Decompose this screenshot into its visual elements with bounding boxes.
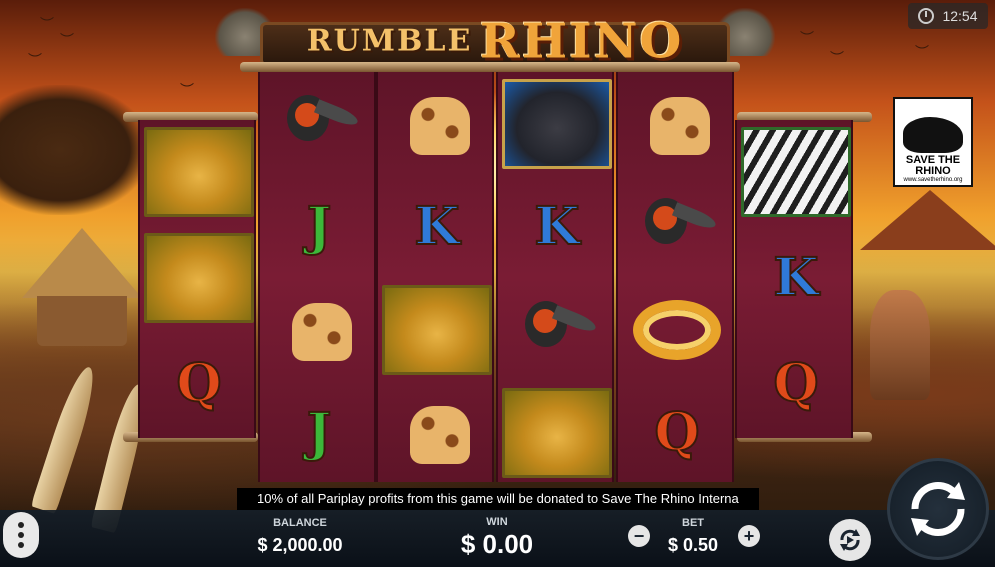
reel-cell [498,278,616,381]
reel-5: Q [616,72,734,482]
reel-2: JJ [258,72,376,482]
sponsor-line2: RHINO [915,165,951,177]
symbol-k: K [772,246,819,309]
rhino-silhouette-icon [903,117,963,153]
bird-icon: ︶ [180,82,194,98]
cheetah-icon [402,295,472,365]
symbol-q: Q [175,352,222,415]
reel-cell [378,278,496,381]
reel-6: KQ [735,120,853,438]
cheetah-symbol-icon [502,387,612,478]
autoplay-button[interactable] [829,519,871,561]
donation-ticker: 10% of all Pariplay profits from this ga… [237,488,759,510]
reel-cell [378,72,496,175]
reel-cell: J [260,175,378,278]
symbol-q: Q [653,401,700,464]
reel-cell: K [498,175,616,278]
reel-cell [498,381,616,484]
balance-value: $ 2,000.00 [257,535,343,555]
zebra-icon [761,137,831,207]
reel-pole-top [240,62,740,72]
win-value: $ 0.00 [460,529,534,559]
reel-cell [140,120,258,223]
symbol-q: Q [772,352,819,415]
hornbill-symbol-icon [635,192,719,262]
win-label: WIN [486,516,508,528]
gorilla-icon [522,89,592,159]
menu-dot-icon [18,542,24,548]
reel-cell: K [378,175,496,278]
termite-mound [870,290,930,400]
reel-cell: Q [618,381,736,484]
logo-text: RUMBLE RHINO [275,16,715,67]
reel-3: K [376,72,494,482]
reel-cell: J [260,381,378,484]
bird-icon: ︶ [915,44,929,60]
reel-cell: K [737,226,855,329]
cheetah-symbol-icon [382,284,492,375]
sponsor-url: www.savetherhino.org [903,177,963,183]
reel-cell [260,72,378,175]
giraffe-symbol-icon [632,87,722,161]
bird-icon: ︶ [28,52,42,68]
clock-icon [918,8,935,24]
bet-value: $ 0.50 [667,535,719,555]
bet-label: BET [682,517,704,529]
acacia-tree [0,85,150,215]
spin-button[interactable] [887,458,989,560]
mountain [860,190,995,250]
reel-cell [737,120,855,223]
bird-icon: ︶ [830,50,844,66]
giraffe-symbol-icon [392,87,482,161]
reel-cell [618,72,736,175]
menu-button[interactable] [3,512,39,558]
cheetah-symbol-icon [144,232,254,323]
bird-icon: ︶ [40,16,54,32]
menu-dot-icon [18,532,24,538]
giraffe-symbol-icon [274,293,364,367]
zebra-symbol-icon [741,126,851,217]
reel-cell [618,278,736,381]
reel-cell [378,381,496,484]
bird-icon: ︶ [800,30,814,46]
reel-cell [498,72,616,175]
reel-cell: Q [140,332,258,435]
reel-cell [140,226,258,329]
hornbill-symbol-icon [515,295,599,365]
symbol-k: K [533,195,580,258]
symbol-k: K [413,195,460,258]
logo-rumble: RUMBLE [306,23,473,59]
save-the-rhino-logo[interactable]: SAVE THE RHINO www.savetherhino.org [893,97,973,187]
clock: 12:54 [908,3,988,29]
symbol-j: J [306,401,333,464]
straw-hut [22,228,142,348]
bet-increase-button[interactable]: + [738,525,760,547]
symbol-j: J [306,195,333,258]
spin-arrows-icon [911,482,965,536]
hornbill-symbol-icon [277,89,361,159]
game-logo: RUMBLE RHINO [215,8,775,70]
gorilla-symbol-icon [502,78,612,169]
bird-icon: ︶ [60,32,74,48]
cheetah-icon [164,137,234,207]
reel-1: Q [138,120,256,438]
autoplay-icon [840,529,860,551]
clock-time: 12:54 [942,8,978,24]
cheetah-icon [522,398,592,468]
reel-cell: Q [737,332,855,435]
bet-decrease-button[interactable]: − [628,525,650,547]
reel-4: K [496,72,614,482]
reel-cell [618,175,736,278]
menu-dot-icon [18,522,24,528]
reel-cell [260,278,378,381]
giraffe-symbol-icon [392,396,482,470]
cheetah-symbol-icon [144,126,254,217]
balance-label: BALANCE [273,517,327,529]
snake-symbol-icon [633,299,721,360]
cheetah-icon [164,243,234,313]
